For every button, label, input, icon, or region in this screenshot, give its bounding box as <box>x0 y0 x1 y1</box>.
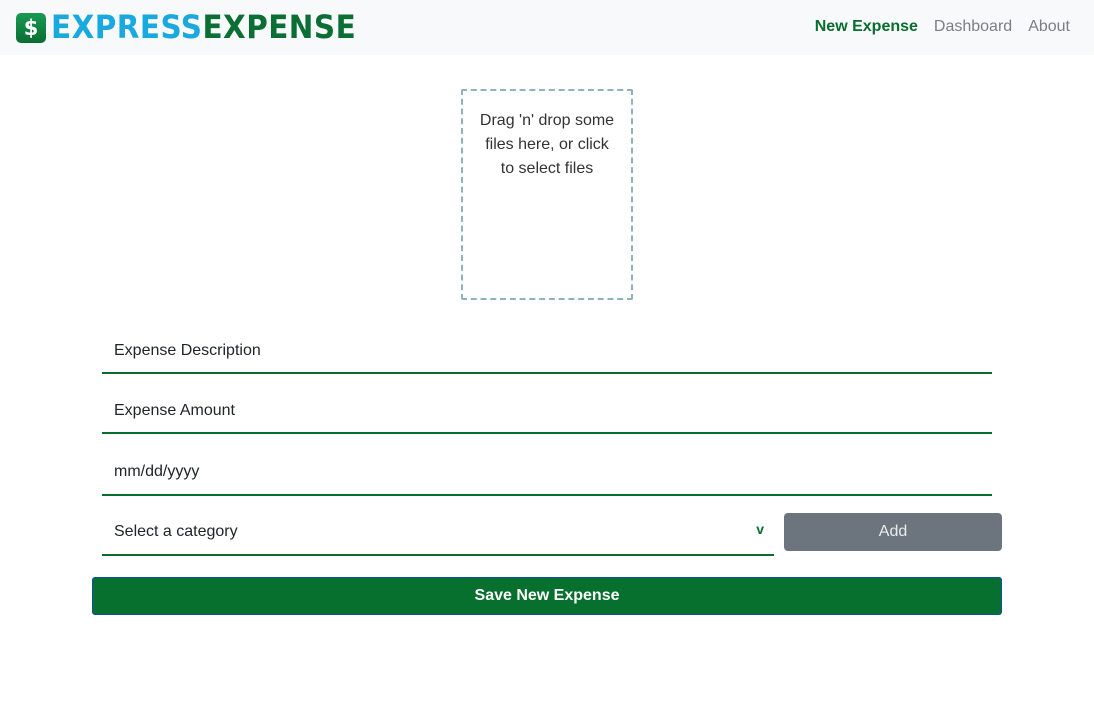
brand-name-express: EXPRESS <box>51 8 203 46</box>
expense-date-input[interactable]: mm/dd/yyyy <box>102 450 992 496</box>
expense-amount-placeholder: Expense Amount <box>114 402 235 419</box>
expense-description-input[interactable]: Expense Description <box>102 330 992 374</box>
expense-amount-input[interactable]: Expense Amount <box>102 390 992 434</box>
file-dropzone[interactable]: Drag 'n' drop some files here, or click … <box>461 89 633 300</box>
navbar: $ EXPRESSEXPENSE New Expense Dashboard A… <box>0 0 1094 55</box>
save-new-expense-button[interactable]: Save New Expense <box>92 577 1002 615</box>
dropzone-text: Drag 'n' drop some files here, or click … <box>479 112 615 177</box>
nav-link-about[interactable]: About <box>1028 17 1070 37</box>
expense-date-placeholder: mm/dd/yyyy <box>114 463 200 480</box>
nav-link-dashboard[interactable]: Dashboard <box>934 17 1012 37</box>
dollar-receipt-icon: $ <box>16 12 46 43</box>
nav-link-new-expense[interactable]: New Expense <box>815 17 918 37</box>
nav-links: New Expense Dashboard About <box>799 17 1070 37</box>
add-category-button[interactable]: Add <box>784 513 1002 551</box>
brand-wordmark: EXPRESSEXPENSE <box>51 11 356 43</box>
chevron-down-icon: v <box>756 521 764 537</box>
category-select-value: Select a category <box>114 523 238 540</box>
expense-description-placeholder: Expense Description <box>114 342 261 359</box>
brand-name-expense: EXPENSE <box>202 8 357 46</box>
brand-logo[interactable]: $ EXPRESSEXPENSE <box>16 11 383 43</box>
category-select[interactable]: Select a category v <box>102 510 774 556</box>
